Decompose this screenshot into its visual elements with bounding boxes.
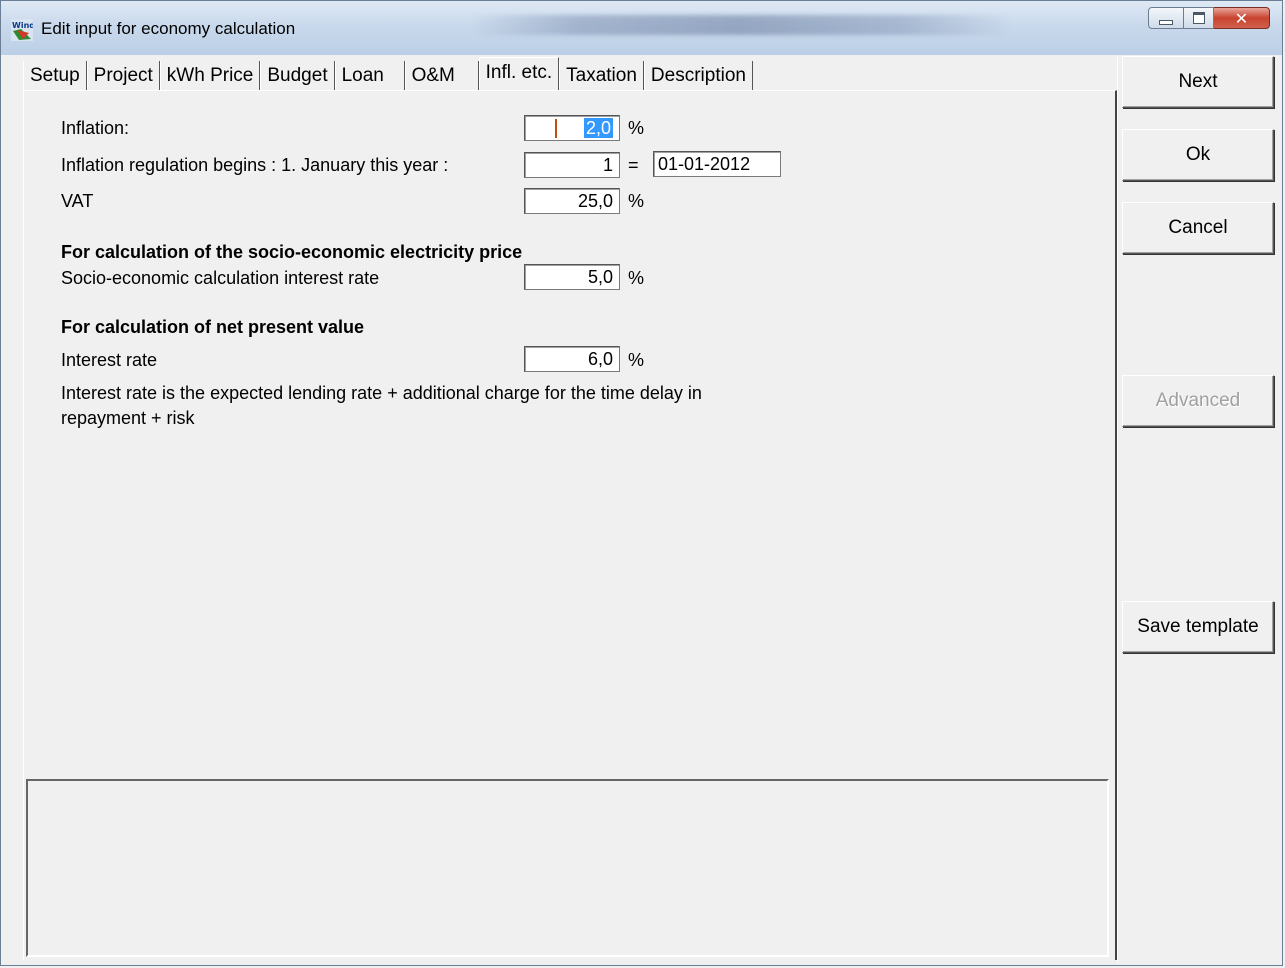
inflation-value: 2,0 <box>583 118 613 138</box>
advanced-button[interactable]: Advanced <box>1122 375 1274 427</box>
ok-button-label: Ok <box>1185 144 1211 165</box>
socio-economic-heading: For calculation of the socio-economic el… <box>61 242 523 262</box>
interest-note-line2: repayment + risk <box>61 408 195 428</box>
cancel-button-label: Cancel <box>1168 217 1228 238</box>
tab-project[interactable]: Project <box>86 61 160 91</box>
tab-o-and-m[interactable]: O&M <box>404 61 479 91</box>
minimize-button[interactable] <box>1148 7 1184 29</box>
socio-interest-unit: % <box>628 268 645 288</box>
text-caret <box>555 119 557 138</box>
interest-rate-input[interactable]: 6,0 <box>524 346 620 372</box>
equals-sign: = <box>628 155 639 175</box>
socio-interest-input[interactable]: 5,0 <box>524 264 620 290</box>
npv-heading: For calculation of net present value <box>61 317 365 337</box>
next-button-label: Next <box>1178 71 1218 92</box>
regulation-year-input[interactable]: 1 <box>524 152 620 178</box>
window-title: Edit input for economy calculation <box>41 19 296 38</box>
button-sidebar <box>1117 57 1281 962</box>
background-blur <box>471 15 1011 35</box>
regulation-date-field[interactable]: 01-01-2012 <box>653 151 781 177</box>
advanced-button-label: Advanced <box>1155 390 1241 411</box>
svg-text:Wind: Wind <box>12 21 33 30</box>
tab-infl-etc[interactable]: Infl. etc. <box>478 57 560 91</box>
close-button[interactable]: ✕ <box>1214 7 1270 29</box>
interest-rate-unit: % <box>628 350 645 370</box>
interest-note-line1: Interest rate is the expected lending ra… <box>61 383 702 403</box>
cancel-button[interactable]: Cancel <box>1122 202 1274 254</box>
vat-unit: % <box>628 191 645 211</box>
socio-interest-label: Socio-economic calculation interest rate <box>61 268 380 288</box>
tab-taxation[interactable]: Taxation <box>559 61 644 91</box>
info-text-box <box>26 779 1109 957</box>
tab-budget[interactable]: Budget <box>260 61 335 91</box>
window-controls: ✕ <box>1148 7 1270 29</box>
save-template-button[interactable]: Save template <box>1122 601 1274 653</box>
tab-loan[interactable]: Loan <box>334 61 405 91</box>
vat-label: VAT <box>61 191 94 211</box>
interest-rate-label: Interest rate <box>61 350 158 370</box>
regulation-label: Inflation regulation begins : 1. January… <box>61 155 449 175</box>
minimize-icon <box>1159 19 1173 25</box>
vat-input[interactable]: 25,0 <box>524 188 620 214</box>
save-template-button-label: Save template <box>1137 616 1259 637</box>
ok-button[interactable]: Ok <box>1122 129 1274 181</box>
close-icon: ✕ <box>1234 8 1249 28</box>
tab-setup[interactable]: Setup <box>23 61 87 91</box>
inflation-unit: % <box>628 118 645 138</box>
inflation-label: Inflation: <box>61 118 130 138</box>
tab-description[interactable]: Description <box>643 61 753 91</box>
inflation-input[interactable]: 2,0 <box>524 115 620 141</box>
maximize-button[interactable] <box>1184 7 1214 29</box>
economy-calculation-window: Wind Edit input for economy calculation … <box>0 0 1283 966</box>
tab-kwh-price[interactable]: kWh Price <box>159 61 261 91</box>
maximize-icon <box>1192 12 1205 24</box>
windpro-logo-icon: Wind <box>11 19 33 41</box>
title-bar[interactable]: Wind Edit input for economy calculation … <box>1 1 1282 55</box>
next-button[interactable]: Next <box>1122 56 1274 108</box>
tab-strip: Setup Project kWh Price Budget Loan O&M … <box>23 57 753 91</box>
